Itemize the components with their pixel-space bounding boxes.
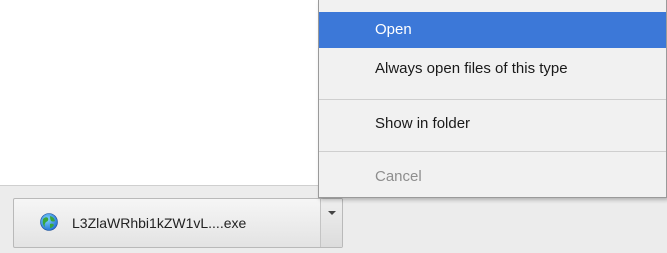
menu-item-show-in-folder[interactable]: Show in folder (319, 106, 666, 142)
menu-separator (319, 99, 666, 100)
menu-item-open[interactable]: Open (319, 12, 666, 48)
menu-separator (319, 151, 666, 152)
menu-item-cancel: Cancel (375, 168, 422, 185)
chevron-down-icon (328, 211, 336, 215)
download-item[interactable]: L3ZlaWRhbi1kZW1vL....exe (13, 198, 343, 248)
download-item-open-area[interactable]: L3ZlaWRhbi1kZW1vL....exe (14, 199, 320, 247)
download-file-name: L3ZlaWRhbi1kZW1vL....exe (72, 215, 247, 231)
menu-item-always-open[interactable]: Always open files of this type (319, 51, 666, 87)
download-menu-button[interactable] (320, 199, 342, 247)
download-context-menu: Open Always open files of this type Show… (318, 0, 667, 198)
globe-icon (40, 213, 58, 231)
page: L3ZlaWRhbi1kZW1vL....exe Open Always ope… (0, 0, 667, 253)
